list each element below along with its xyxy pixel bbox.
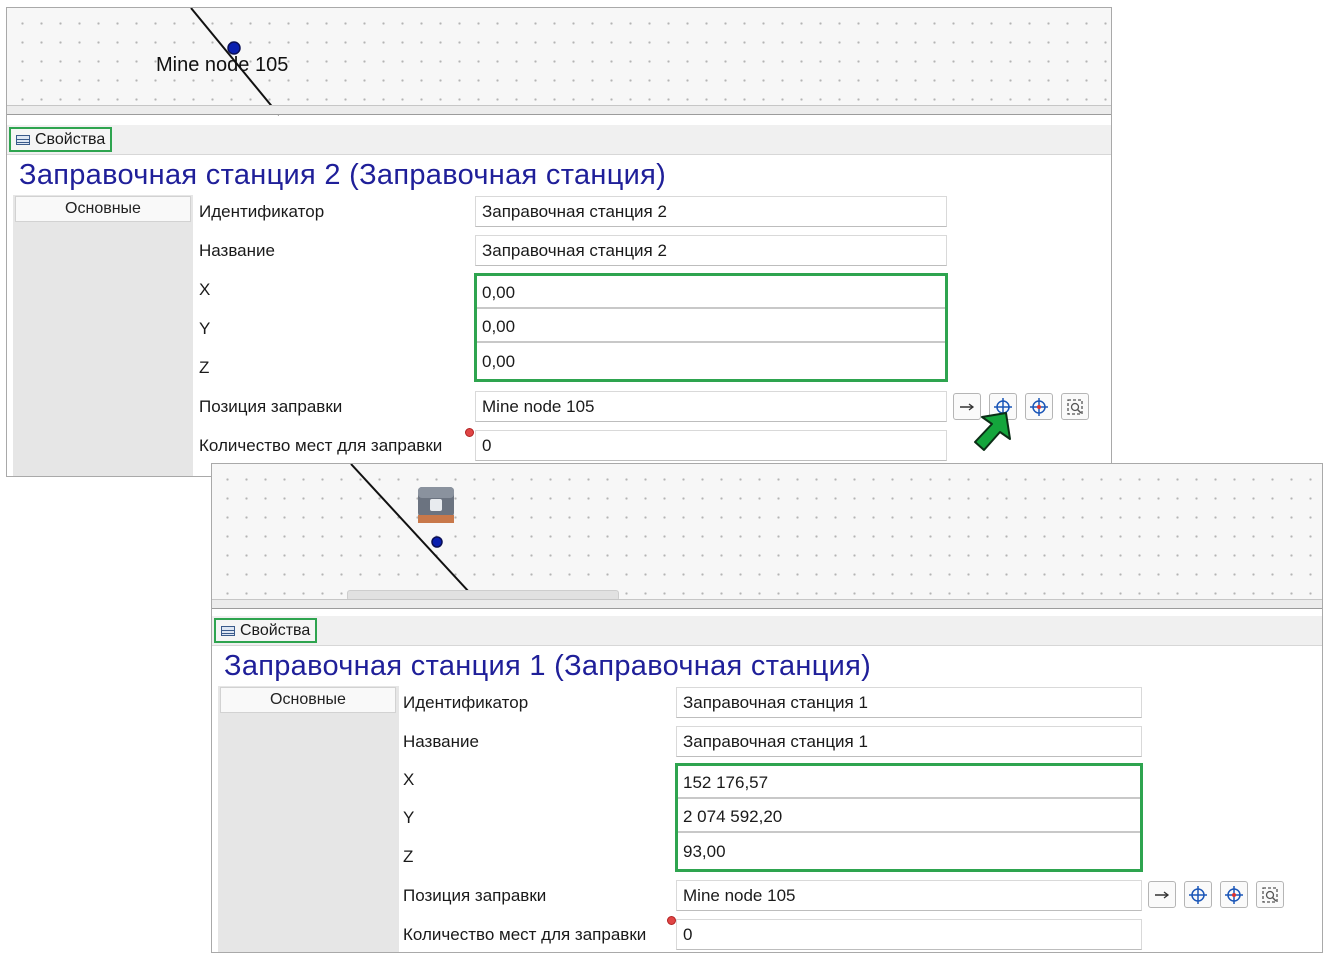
label-y: Y (199, 319, 211, 338)
position-field[interactable]: Mine node 105 (475, 391, 947, 422)
table-icon (16, 134, 30, 145)
category-sidebar: Основные (13, 195, 193, 476)
label-name: Название (199, 241, 275, 260)
coordinates-highlight: 152 176,57 2 074 592,20 93,00 (675, 763, 1143, 872)
tab-bar: Свойства (7, 125, 1111, 155)
label-z: Z (403, 847, 414, 866)
label-position: Позиция заправки (403, 886, 547, 905)
label-id: Идентификатор (403, 693, 529, 712)
target-icon (1030, 397, 1048, 416)
table-icon (221, 625, 235, 636)
object-title: Заправочная станция 2 (Заправочная станц… (19, 159, 667, 191)
label-places: Количество мест для заправки (403, 925, 647, 944)
coordinates-highlight: 0,00 0,00 0,00 (474, 273, 948, 382)
tab-properties[interactable]: Свойства (9, 127, 113, 152)
map-canvas[interactable] (212, 464, 1322, 606)
label-position: Позиция заправки (199, 397, 343, 416)
name-field[interactable]: Заправочная станция 1 (676, 726, 1142, 757)
pointer-arrow-icon (974, 412, 1011, 451)
arrow-right-icon (1155, 890, 1170, 899)
zoom-to-button[interactable] (1256, 881, 1284, 908)
object-title: Заправочная станция 1 (Заправочная станц… (224, 650, 872, 682)
label-y: Y (403, 808, 415, 827)
fuel-station-icon[interactable] (416, 485, 456, 525)
required-marker-icon (667, 916, 676, 925)
label-name: Название (403, 732, 479, 751)
id-field[interactable]: Заправочная станция 2 (475, 196, 947, 227)
map-lines (350, 464, 483, 606)
x-field[interactable]: 0,00 (477, 278, 945, 309)
properties-window-station-2: Mine node 105 Свойства Заправочная станц… (6, 7, 1112, 477)
target-icon (1225, 885, 1243, 904)
label-x: X (403, 770, 415, 789)
properties-window-station-1: Свойства Заправочная станция 1 (Заправоч… (211, 463, 1323, 953)
tab-label: Свойства (35, 130, 106, 148)
tab-label: Свойства (240, 621, 311, 639)
zoom-to-button[interactable] (1061, 393, 1089, 420)
category-sidebar: Основные (218, 686, 399, 952)
crosshair-icon (1189, 885, 1207, 904)
node-label: Mine node 105 (156, 54, 289, 76)
canvas-splitter[interactable] (212, 599, 1322, 609)
locate-button[interactable] (1220, 881, 1248, 908)
places-field[interactable]: 0 (475, 430, 947, 461)
label-z: Z (199, 358, 210, 377)
id-field[interactable]: Заправочная станция 1 (676, 687, 1142, 718)
canvas-splitter[interactable] (7, 105, 1111, 115)
goto-button[interactable] (1148, 881, 1176, 908)
map-canvas[interactable]: Mine node 105 (7, 8, 1111, 116)
label-x: X (199, 280, 211, 299)
pick-position-button[interactable] (1184, 881, 1212, 908)
y-field[interactable]: 2 074 592,20 (678, 802, 1140, 833)
label-id: Идентификатор (199, 202, 325, 221)
required-marker-icon (465, 428, 474, 437)
places-field[interactable]: 0 (676, 919, 1142, 950)
category-basic-button[interactable]: Основные (220, 687, 396, 713)
tab-bar: Свойства (212, 616, 1322, 646)
category-basic-button[interactable]: Основные (15, 196, 191, 222)
name-field[interactable]: Заправочная станция 2 (475, 235, 947, 266)
zoom-extent-icon (1067, 398, 1083, 415)
mine-node[interactable] (431, 536, 443, 548)
zoom-extent-icon (1262, 886, 1278, 903)
locate-button[interactable] (1025, 393, 1053, 420)
z-field[interactable]: 93,00 (678, 836, 1140, 867)
y-field[interactable]: 0,00 (477, 312, 945, 343)
x-field[interactable]: 152 176,57 (678, 768, 1140, 799)
position-field[interactable]: Mine node 105 (676, 880, 1142, 911)
label-places: Количество мест для заправки (199, 436, 443, 455)
tab-properties[interactable]: Свойства (214, 618, 318, 643)
mine-node[interactable] (227, 41, 241, 55)
z-field[interactable]: 0,00 (477, 346, 945, 377)
